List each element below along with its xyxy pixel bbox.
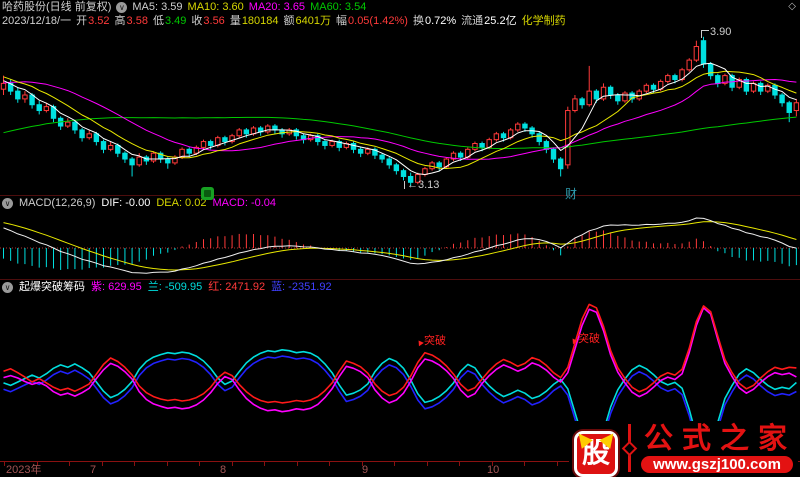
- ma60-readout: MA60: 3.54: [310, 1, 367, 13]
- quote-turnover: 换 0.72%: [412, 15, 457, 27]
- breakout-arrow-icon: [416, 338, 424, 347]
- axis-tick: [394, 462, 395, 466]
- quote-sector[interactable]: 化学制药: [522, 14, 566, 28]
- lan-readout: 兰: -509.95: [147, 281, 203, 293]
- ma10-readout: MA10: 3.60: [187, 1, 244, 13]
- axis-tick: [199, 462, 200, 466]
- axis-tick: [556, 462, 558, 466]
- brand-name: 公式之家: [643, 422, 796, 455]
- tick-mark: [404, 181, 406, 189]
- oscillator-title[interactable]: 起爆突破筹码: [19, 281, 85, 294]
- macd-panel-header: ∨ MACD(12,26,9) DIF: -0.00 DEA: 0.02 MAC…: [2, 197, 276, 210]
- collapse-main-icon[interactable]: ∨: [116, 1, 128, 13]
- ma5-readout: MA5: 3.59: [132, 1, 183, 13]
- axis-tick: [134, 462, 135, 466]
- axis-tick: [166, 462, 168, 466]
- bull-stock-badge: 股: [571, 422, 621, 477]
- axis-tick: [4, 462, 5, 466]
- diamond-icon: [621, 440, 638, 457]
- dea-readout: DEA: 0.02: [156, 197, 207, 209]
- axis-tick: [524, 462, 525, 466]
- quote-date: 2023/12/18/一: [2, 15, 72, 27]
- hong-readout: 红: 2471.92: [208, 281, 266, 293]
- axis-month-label: 2023年: [6, 464, 42, 476]
- site-url[interactable]: www.gszj100.com: [641, 455, 793, 473]
- axis-tick: [264, 462, 265, 466]
- stock-badge: 股: [573, 429, 619, 477]
- candlestick-chart[interactable]: [0, 28, 800, 196]
- price-low-annotation: ←3.13: [404, 180, 439, 191]
- axis-tick: [426, 462, 428, 466]
- gszj-logo[interactable]: 股 公式之家 www.gszj100.com: [568, 421, 798, 477]
- tdx-stock-chart-window: 哈药股份(日线 前复权) ∨ MA5: 3.59 MA10: 3.60 MA20…: [0, 0, 800, 477]
- breakout-annotation: 突破: [416, 336, 446, 347]
- dif-readout: DIF: -0.00: [101, 197, 151, 209]
- breakout-arrow-icon: [570, 336, 578, 345]
- watermark-cai-text: 财: [565, 187, 578, 201]
- axis-month-label: 9: [362, 464, 369, 476]
- axis-tick: [296, 462, 298, 466]
- purple-readout: 紫: 629.95: [91, 281, 142, 293]
- logo-divider: [621, 424, 638, 472]
- macd-readout: MACD: -0.04: [212, 197, 277, 209]
- watermark-green-icon: [201, 187, 214, 200]
- axis-tick: [69, 462, 70, 466]
- axis-tick: [101, 462, 103, 466]
- corner-diamond-icon[interactable]: ◇: [788, 1, 796, 12]
- axis-month-label: 8: [220, 464, 227, 476]
- axis-month-label: 10: [487, 464, 500, 476]
- axis-tick: [459, 462, 460, 466]
- quote-open: 开 3.52: [76, 15, 110, 27]
- stock-title: 哈药股份(日线 前复权): [2, 1, 112, 13]
- quote-info-bar: 2023/12/18/一 开 3.52 高 3.58 低 3.49 收 3.56 量 18…: [2, 14, 566, 28]
- quote-change: 幅 0.05(1.42%): [336, 15, 408, 27]
- axis-tick: [231, 462, 233, 466]
- ma20-readout: MA20: 3.65: [248, 1, 306, 13]
- axis-month-label: 7: [90, 464, 97, 476]
- chart-header: 哈药股份(日线 前复权) ∨ MA5: 3.59 MA10: 3.60 MA20…: [2, 0, 366, 14]
- quote-close: 收 3.56: [191, 15, 225, 27]
- breakout-annotation: 突破: [570, 334, 600, 345]
- collapse-macd-icon[interactable]: ∨: [2, 198, 13, 209]
- macd-title[interactable]: MACD(12,26,9): [19, 197, 95, 210]
- quote-low: 低 3.49: [152, 15, 187, 27]
- oscillator-panel-header: ∨ 起爆突破筹码 紫: 629.95 兰: -509.95 红: 2471.92…: [2, 281, 332, 294]
- quote-volume: 量 180184: [229, 15, 279, 27]
- price-high-annotation: 3.90: [701, 27, 731, 38]
- quote-amount: 额 6401万: [283, 15, 332, 27]
- logo-text-block: 公式之家 www.gszj100.com: [638, 424, 796, 473]
- quote-float: 流通 25.2亿: [461, 15, 517, 27]
- quote-high: 高 3.58: [114, 15, 148, 27]
- corner-mark: [701, 30, 709, 38]
- blue-readout: 蓝: -2351.92: [271, 281, 332, 293]
- collapse-oscillator-icon[interactable]: ∨: [2, 282, 13, 293]
- axis-tick: [329, 462, 330, 466]
